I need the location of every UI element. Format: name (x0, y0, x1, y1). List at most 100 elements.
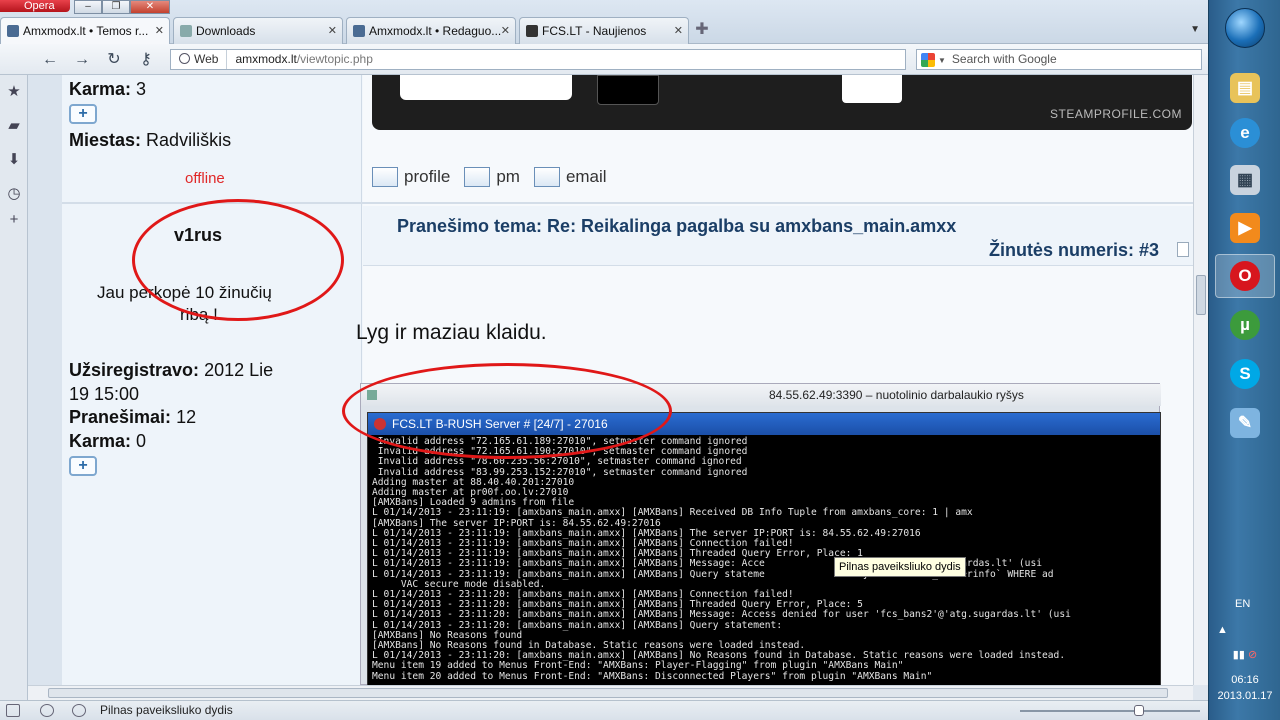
window-controls: – ❐ ✕ (74, 0, 170, 14)
opera-menu-button[interactable]: Opera (0, 0, 70, 12)
skype-icon: S (1230, 359, 1260, 389)
post-header: Pranešimo tema: Re: Reikalinga pagalba s… (363, 206, 1193, 266)
taskbar-utorrent[interactable]: µ (1215, 303, 1275, 347)
tab-amxmodx-edit[interactable]: Amxmodx.lt • Redaguo... ✕ (346, 17, 516, 44)
prev-karma-plus-button[interactable]: + (69, 104, 97, 124)
close-icon[interactable]: ✕ (130, 0, 170, 14)
email-icon (533, 167, 560, 187)
language-indicator[interactable]: EN (1235, 598, 1250, 610)
side-panel: ★ ▰ ⬇ ◷ + (0, 75, 28, 700)
post-count: Pranešimai: 12 (69, 407, 197, 427)
page-gutter (28, 75, 62, 685)
restore-icon[interactable]: ❐ (102, 0, 130, 14)
paint-icon: ✎ (1230, 408, 1260, 438)
quote-document-icon[interactable] (1177, 242, 1189, 257)
profile-button[interactable]: profile (372, 167, 450, 187)
site-favicon-icon (353, 25, 365, 37)
add-panel-plus-icon[interactable]: + (5, 211, 23, 229)
taskbar-explorer[interactable]: ▤ (1215, 66, 1275, 110)
show-hidden-icons-icon[interactable]: ▲ (1217, 624, 1228, 636)
media-player-icon: ▶ (1230, 213, 1260, 243)
profile-icon (372, 167, 398, 187)
pm-icon (464, 167, 491, 187)
horizontal-scrollbar[interactable] (28, 685, 1193, 700)
image-tooltip: Pilnas paveiksliuko dydis (834, 557, 966, 577)
tab-menu-chevron-down-icon[interactable]: ▼ (1190, 24, 1200, 35)
prev-karma: Karma: 3 (69, 79, 147, 99)
offline-status: offline (185, 170, 225, 187)
history-clock-icon[interactable]: ◷ (5, 185, 23, 203)
globe-icon (179, 53, 190, 64)
volume-muted-icon[interactable]: ⊘ (1248, 649, 1257, 661)
key-icon[interactable]: ⚷ (136, 50, 156, 70)
tab-fcs-news[interactable]: FCS.LT - Naujienos ✕ (519, 17, 689, 44)
opera-icon: O (1230, 261, 1260, 291)
tab-close-icon[interactable]: ✕ (328, 18, 337, 44)
cloud-icon[interactable] (40, 704, 54, 717)
tab-bar: Opera – ❐ ✕ Amxmodx.lt • Temos r... ✕ Dow… (0, 0, 1208, 44)
browser-window: Opera – ❐ ✕ Amxmodx.lt • Temos r... ✕ Dow… (0, 0, 1208, 720)
system-clock[interactable]: 06:16 2013.01.17 (1209, 672, 1280, 704)
tab-label: Downloads (196, 24, 256, 38)
author-karma: Karma: 0 (69, 431, 147, 451)
horizontal-scroll-thumb[interactable] (48, 688, 1168, 698)
taskbar-skype[interactable]: S (1215, 352, 1275, 396)
taskbar-ie[interactable]: e (1215, 111, 1275, 155)
fcs-favicon-icon (526, 25, 538, 37)
forward-arrow-icon[interactable]: → (72, 50, 92, 70)
steamprofile-banner[interactable]: STEAMPROFILE.COM (372, 75, 1192, 130)
annotation-circle-console-title (342, 363, 672, 459)
tab-close-icon[interactable]: ✕ (155, 18, 164, 44)
karma-plus-button[interactable]: + (69, 456, 97, 476)
speed-dial-icon[interactable] (72, 704, 86, 717)
url-path: /viewtopic.php (296, 52, 373, 66)
search-field[interactable]: ▼ Search with Google (916, 49, 1202, 70)
status-text: Pilnas paveiksliuko dydis (100, 703, 233, 717)
downloads-favicon-icon (180, 25, 192, 37)
system-tray: ▲ ▮▮ ⊘ (1209, 624, 1280, 661)
downloads-icon[interactable]: ⬇ (5, 151, 23, 169)
panel-toggle-icon[interactable] (6, 704, 20, 717)
network-signal-icon[interactable]: ▮▮ (1233, 649, 1245, 661)
url-field[interactable]: Web amxmodx.lt/viewtopic.php (170, 49, 906, 70)
taskbar-paint[interactable]: ✎ (1215, 401, 1275, 445)
search-placeholder: Search with Google (951, 52, 1057, 66)
search-engine-chevron-icon[interactable]: ▼ (938, 56, 946, 65)
calculator-icon: ▦ (1230, 165, 1260, 195)
zoom-slider-knob[interactable] (1134, 705, 1144, 716)
utorrent-icon: µ (1230, 310, 1260, 340)
site-favicon-icon (7, 25, 19, 37)
registered-date-cont: 19 15:00 (69, 384, 140, 404)
address-bar: ← → ↻ ⚷ Web amxmodx.lt/viewtopic.php ▼ Sea… (0, 44, 1208, 75)
notes-icon[interactable]: ▰ (5, 117, 23, 135)
vertical-scrollbar[interactable] (1193, 75, 1208, 685)
email-button[interactable]: email (533, 167, 607, 187)
prev-city: Miestas: Radviliškis (69, 130, 232, 150)
annotation-circle-author (132, 199, 344, 321)
tab-label: FCS.LT - Naujienos (542, 24, 647, 38)
vertical-scroll-thumb[interactable] (1196, 275, 1206, 315)
tab-downloads[interactable]: Downloads ✕ (173, 17, 343, 44)
windows-taskbar: ▤ e ▦ ▶ O µ S ✎ EN ▲ ▮▮ ⊘ 06:16 2013.01.1… (1208, 0, 1280, 720)
tab-close-icon[interactable]: ✕ (501, 18, 510, 44)
taskbar-media-player[interactable]: ▶ (1215, 206, 1275, 250)
tab-close-icon[interactable]: ✕ (674, 18, 683, 44)
bookmarks-star-icon[interactable]: ★ (5, 83, 23, 101)
tab-label: Amxmodx.lt • Redaguo... (369, 24, 502, 38)
minimize-icon[interactable]: – (74, 0, 102, 14)
banner-text: STEAMPROFILE.COM (1049, 107, 1182, 121)
web-badge[interactable]: Web (171, 50, 228, 69)
tab-amxmodx-topics[interactable]: Amxmodx.lt • Temos r... ✕ (0, 17, 170, 44)
zoom-slider[interactable] (1020, 710, 1200, 712)
reload-icon[interactable]: ↻ (104, 50, 124, 70)
console-line: Menu item 20 added to Menus Front-End: "… (372, 670, 933, 682)
taskbar-calculator[interactable]: ▦ (1215, 158, 1275, 202)
pm-button[interactable]: pm (464, 167, 520, 187)
google-icon (921, 53, 935, 67)
back-arrow-icon[interactable]: ← (40, 50, 60, 70)
start-orb-icon[interactable] (1225, 8, 1265, 48)
prev-post-actions: profile pm email (372, 167, 607, 187)
status-bar: Pilnas paveiksliuko dydis (0, 700, 1208, 720)
taskbar-opera[interactable]: O (1215, 254, 1275, 298)
new-tab-plus-icon[interactable]: ✚ (692, 17, 712, 44)
